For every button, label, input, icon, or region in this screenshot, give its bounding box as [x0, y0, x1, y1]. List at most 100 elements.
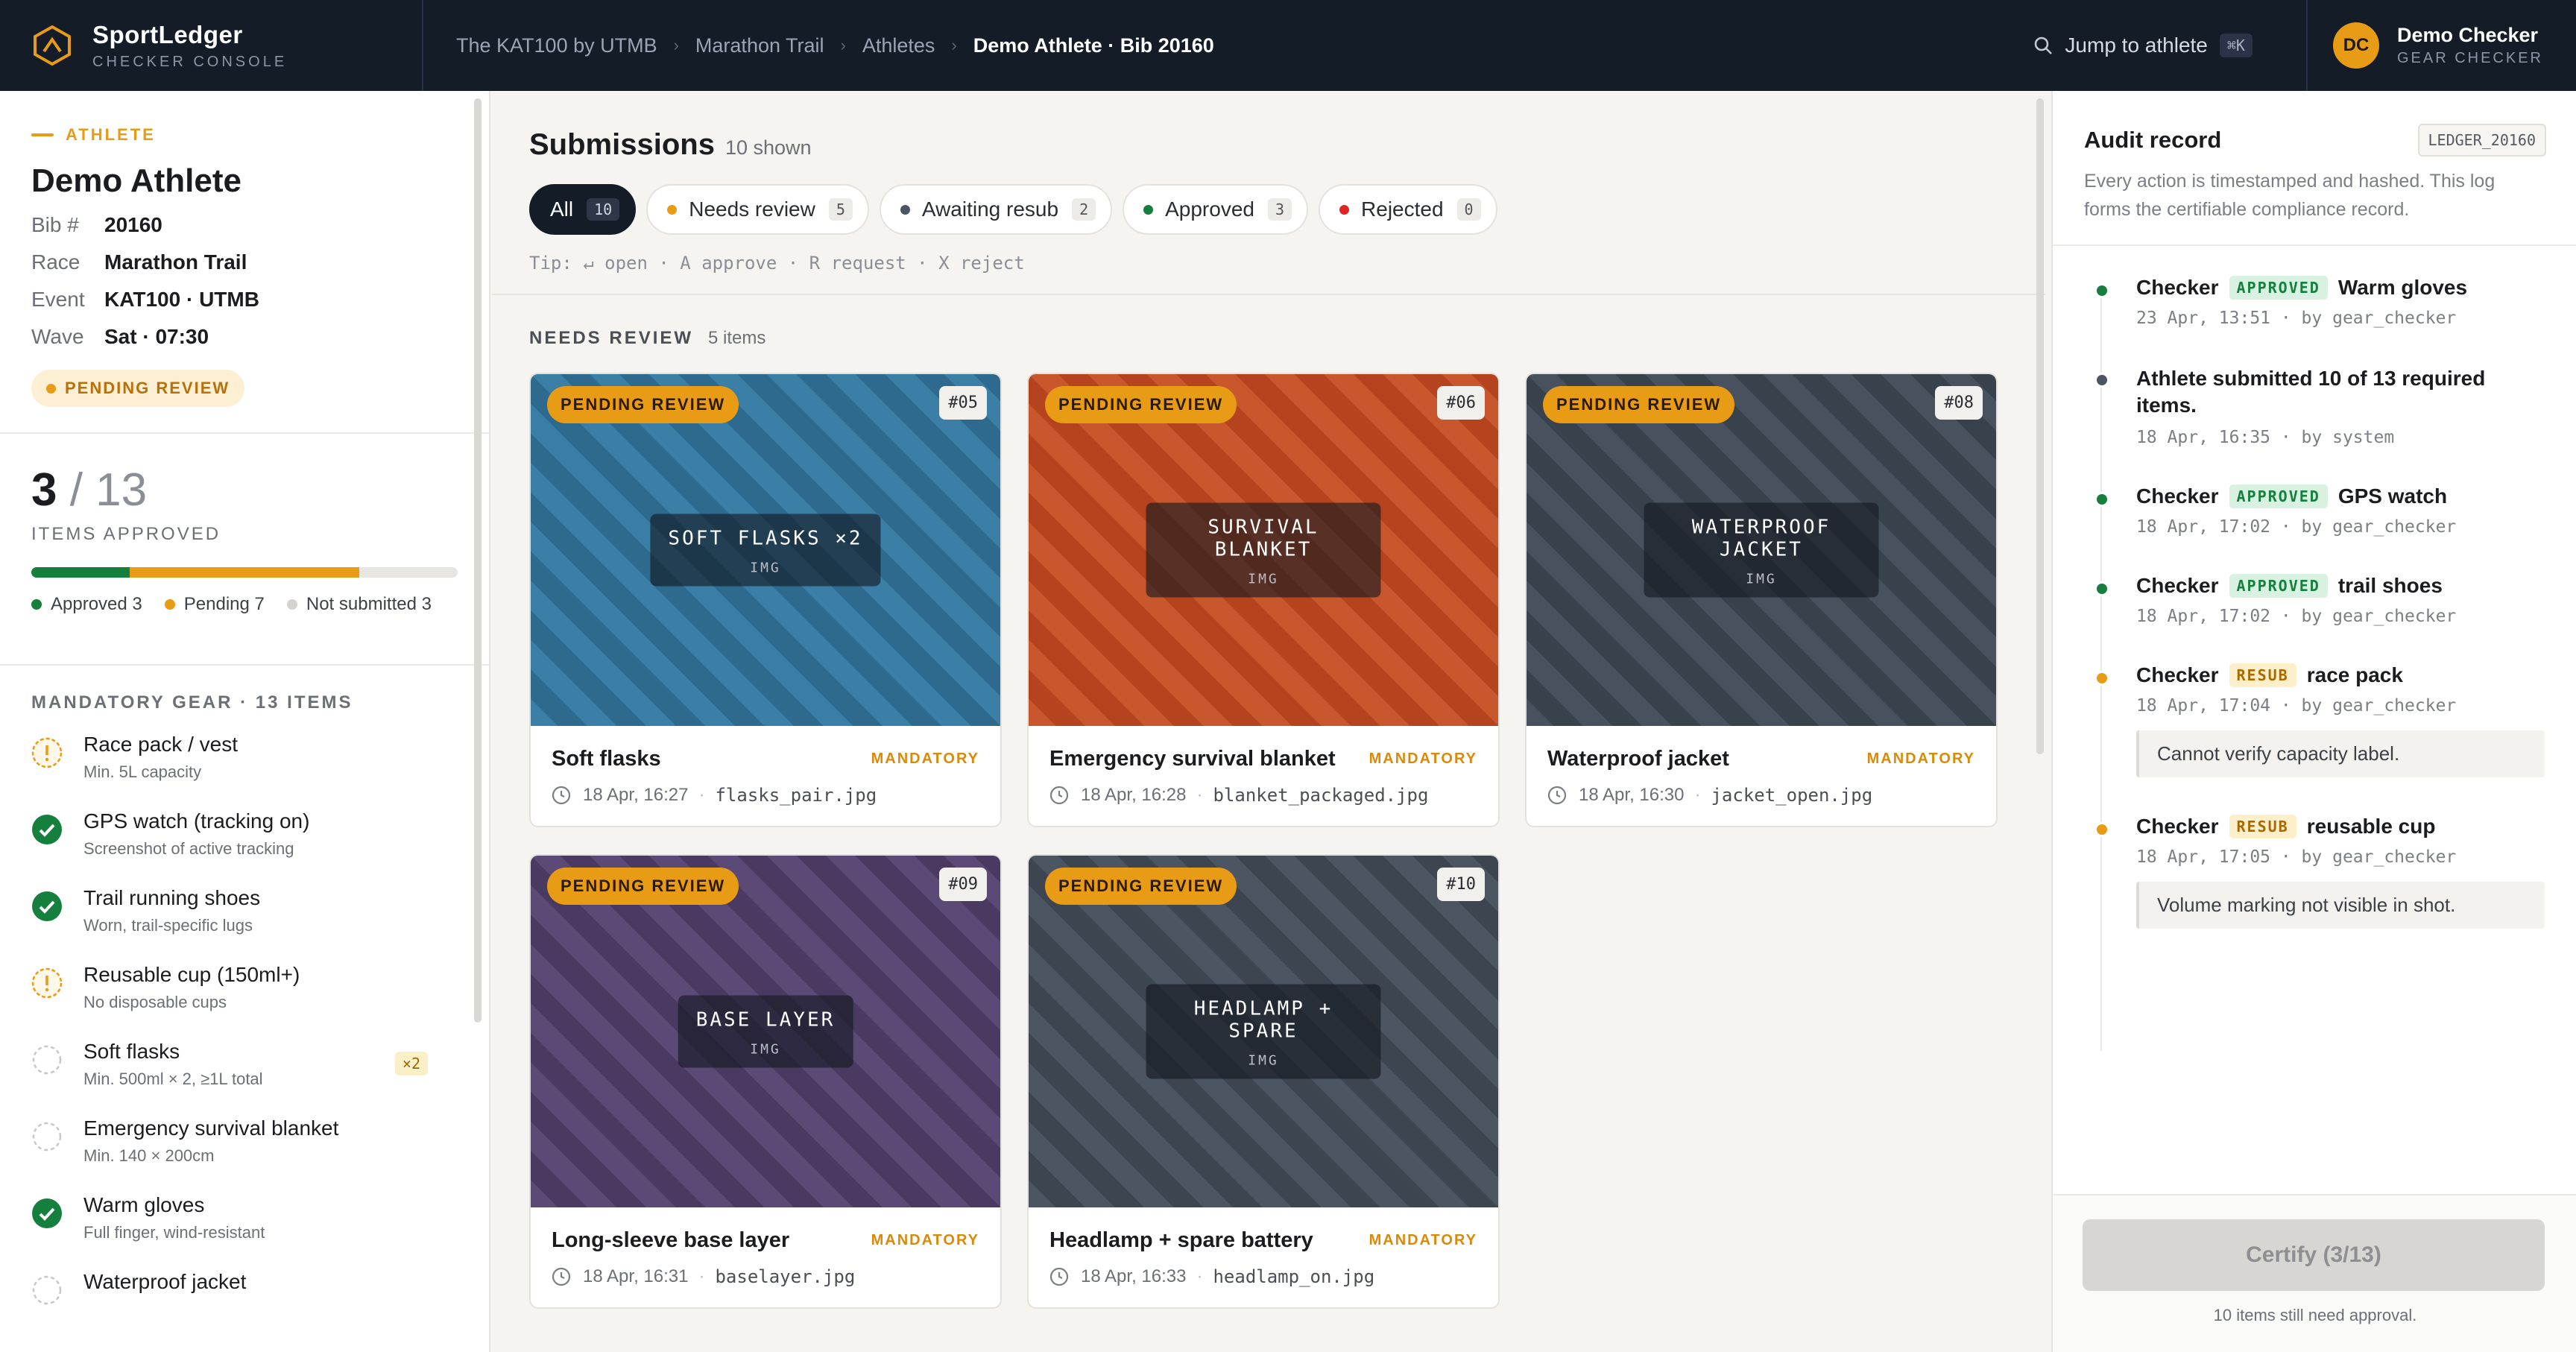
gear-item[interactable]: Reusable cup (150ml+) No disposable cups — [31, 961, 458, 1038]
image-placeholder-label: HEADLAMP + SPARE IMG — [1146, 984, 1381, 1079]
card-filename: flasks_pair.jpg — [715, 785, 877, 806]
audit-event-text: Athlete submitted 10 of 13 required item… — [2136, 367, 2486, 417]
submission-image[interactable]: PENDING REVIEW #08 WATERPROOF JACKET IMG — [1527, 374, 1996, 726]
filter-tab-awaiting-resub[interactable]: Awaiting resub 2 — [879, 184, 1113, 235]
audit-meta: 18 Apr, 17:05 · by gear_checker — [2136, 847, 2457, 867]
needs-review-title: NEEDS REVIEW — [529, 328, 694, 348]
image-placeholder-label: BASE LAYER IMG — [678, 995, 853, 1068]
certify-button[interactable]: Certify (3/13) — [2083, 1219, 2545, 1291]
chevron-right-icon: › — [840, 36, 846, 54]
submission-image[interactable]: PENDING REVIEW #10 HEADLAMP + SPARE IMG — [1029, 856, 1498, 1207]
audit-actor: Checker — [2136, 276, 2219, 299]
audit-item: race pack — [2306, 663, 2403, 686]
audit-panel: Audit record LEDGER_20160 Every action i… — [2051, 91, 2576, 1352]
legend-not-submitted: Not submitted 3 — [286, 594, 432, 615]
card-timestamp: 18 Apr, 16:33 — [1081, 1266, 1187, 1286]
athlete-field-event: Event KAT100 · UTMB — [31, 288, 259, 311]
jump-to-athlete-button[interactable]: Jump to athlete ⌘K — [2033, 34, 2253, 57]
audit-meta: 18 Apr, 17:04 · by gear_checker — [2136, 696, 2457, 716]
athlete-sidebar: ATHLETE Demo Athlete Bib #20160 Race Mara… — [0, 91, 490, 1352]
gear-item[interactable]: Trail running shoes Worn, trail-specific … — [31, 885, 458, 961]
audit-description: Every action is timestamped and hashed. … — [2084, 171, 2496, 220]
user-role: GEAR CHECKER — [2396, 50, 2543, 66]
breadcrumb-race[interactable]: Marathon Trail — [695, 34, 824, 57]
audit-event: Checker RESUB reusable cup 18 Apr, 17:05 · … — [2084, 815, 2545, 929]
athlete-field-race: Race Marathon Trail — [31, 250, 247, 274]
certify-footnote: 10 items still need approval. — [2213, 1306, 2417, 1324]
card-title: Emergency survival blanket — [1049, 747, 1336, 771]
mandatory-tag: MANDATORY — [871, 751, 979, 767]
pending-review-badge: PENDING REVIEW — [547, 386, 739, 423]
item-number-badge: #09 — [939, 868, 987, 901]
audit-timeline: Checker APPROVED Warm gloves 23 Apr, 13:51 … — [2053, 246, 2576, 1051]
filter-tabs: All 10 Needs review 5 Awaiting resub 2 Approve… — [529, 184, 2008, 235]
filter-tab-approved[interactable]: Approved 3 — [1123, 184, 1309, 235]
submission-image[interactable]: PENDING REVIEW #06 SURVIVAL BLANKET IMG — [1029, 374, 1498, 726]
gear-item-name: Waterproof jacket — [83, 1270, 247, 1293]
audit-event: Checker APPROVED Warm gloves 23 Apr, 13:51 … — [2084, 276, 2545, 328]
card-title: Soft flasks — [552, 747, 661, 771]
progress-legend: Approved 3 Pending 7 Not submitted 3 — [31, 594, 458, 636]
sidebar-scrollbar[interactable] — [474, 98, 482, 1023]
audit-note: Cannot verify capacity label. — [2136, 730, 2545, 777]
gear-item-sub: Full finger, wind-resistant — [83, 1223, 265, 1242]
gear-item[interactable]: Soft flasks Min. 500ml × 2, ≥1L total ×2 — [31, 1038, 458, 1115]
gear-item[interactable]: Warm gloves Full finger, wind-resistant — [31, 1192, 458, 1269]
card-timestamp: 18 Apr, 16:31 — [583, 1266, 689, 1286]
user-menu[interactable]: DC Demo Checker GEAR CHECKER — [2305, 0, 2576, 91]
image-placeholder-label: WATERPROOF JACKET IMG — [1644, 502, 1879, 598]
audit-action-tag: RESUB — [2229, 663, 2296, 687]
gear-item[interactable]: Race pack / vest Min. 5L capacity — [31, 731, 458, 808]
timeline-dot — [2094, 581, 2109, 596]
needs-review-header: NEEDS REVIEW 5 items — [492, 295, 2045, 349]
card-filename: baselayer.jpg — [715, 1266, 856, 1287]
submissions-scrollbar[interactable] — [2036, 98, 2044, 754]
item-number-badge: #05 — [939, 386, 987, 420]
empty-circle-icon — [32, 1275, 62, 1305]
submission-card[interactable]: PENDING REVIEW #09 BASE LAYER IMG Long-sl… — [529, 854, 1002, 1309]
submission-card[interactable]: PENDING REVIEW #05 SOFT FLASKS ×2 IMG Sof… — [529, 373, 1002, 827]
warning-circle-icon — [31, 967, 63, 999]
user-name: Demo Checker — [2396, 24, 2539, 46]
breadcrumb-event[interactable]: The KAT100 by UTMB — [456, 34, 657, 57]
quantity-badge: ×2 — [394, 1052, 428, 1075]
submissions-panel: Submissions 10 shown All 10 Needs review 5 Aw… — [492, 91, 2045, 1352]
avatar: DC — [2332, 22, 2379, 69]
submissions-count: 10 shown — [724, 136, 812, 159]
gear-item[interactable]: Emergency survival blanket Min. 140 × 200… — [31, 1115, 458, 1192]
card-title: Long-sleeve base layer — [552, 1228, 790, 1252]
clock-icon — [552, 786, 571, 805]
audit-action-tag: APPROVED — [2229, 276, 2328, 300]
empty-circle-icon — [32, 1122, 62, 1152]
audit-item: reusable cup — [2306, 815, 2436, 838]
submission-card[interactable]: PENDING REVIEW #10 HEADLAMP + SPARE IMG H… — [1027, 854, 1500, 1309]
audit-action-tag: APPROVED — [2229, 484, 2328, 508]
audit-note: Volume marking not visible in shot. — [2136, 882, 2545, 929]
brand[interactable]: SportLedger CHECKER CONSOLE — [0, 0, 423, 91]
mandatory-tag: MANDATORY — [1368, 751, 1477, 767]
audit-action-tag: RESUB — [2229, 815, 2296, 838]
filter-tab-rejected[interactable]: Rejected 0 — [1319, 184, 1497, 235]
gear-item[interactable]: Waterproof jacket — [31, 1269, 458, 1345]
audit-item: Warm gloves — [2337, 276, 2468, 299]
filter-tab-all[interactable]: All 10 — [529, 184, 637, 235]
audit-actor: Checker — [2136, 574, 2219, 597]
submission-card[interactable]: PENDING REVIEW #06 SURVIVAL BLANKET IMG E… — [1027, 373, 1500, 827]
breadcrumb-athletes[interactable]: Athletes — [862, 34, 935, 57]
brand-subtitle: CHECKER CONSOLE — [92, 53, 288, 70]
brand-name: SportLedger — [92, 20, 243, 48]
card-timestamp: 18 Apr, 16:30 — [1579, 785, 1685, 805]
chevron-right-icon: › — [673, 36, 679, 54]
clock-icon — [1547, 786, 1567, 805]
gear-item-name: Soft flasks — [83, 1040, 180, 1063]
submission-image[interactable]: PENDING REVIEW #05 SOFT FLASKS ×2 IMG — [531, 374, 1000, 726]
filter-tab-needs-review[interactable]: Needs review 5 — [646, 184, 869, 235]
submission-image[interactable]: PENDING REVIEW #09 BASE LAYER IMG — [531, 856, 1000, 1207]
progress-pending-segment — [130, 567, 360, 578]
submissions-header: Submissions 10 shown All 10 Needs review 5 Aw… — [492, 91, 2045, 295]
gear-item-sub: Min. 5L capacity — [83, 762, 202, 781]
audit-meta: 18 Apr, 17:02 · by gear_checker — [2136, 607, 2457, 626]
gear-item[interactable]: GPS watch (tracking on) Screenshot of act… — [31, 808, 458, 885]
mandatory-tag: MANDATORY — [1368, 1232, 1477, 1248]
submission-card[interactable]: PENDING REVIEW #08 WATERPROOF JACKET IMG … — [1525, 373, 1998, 827]
